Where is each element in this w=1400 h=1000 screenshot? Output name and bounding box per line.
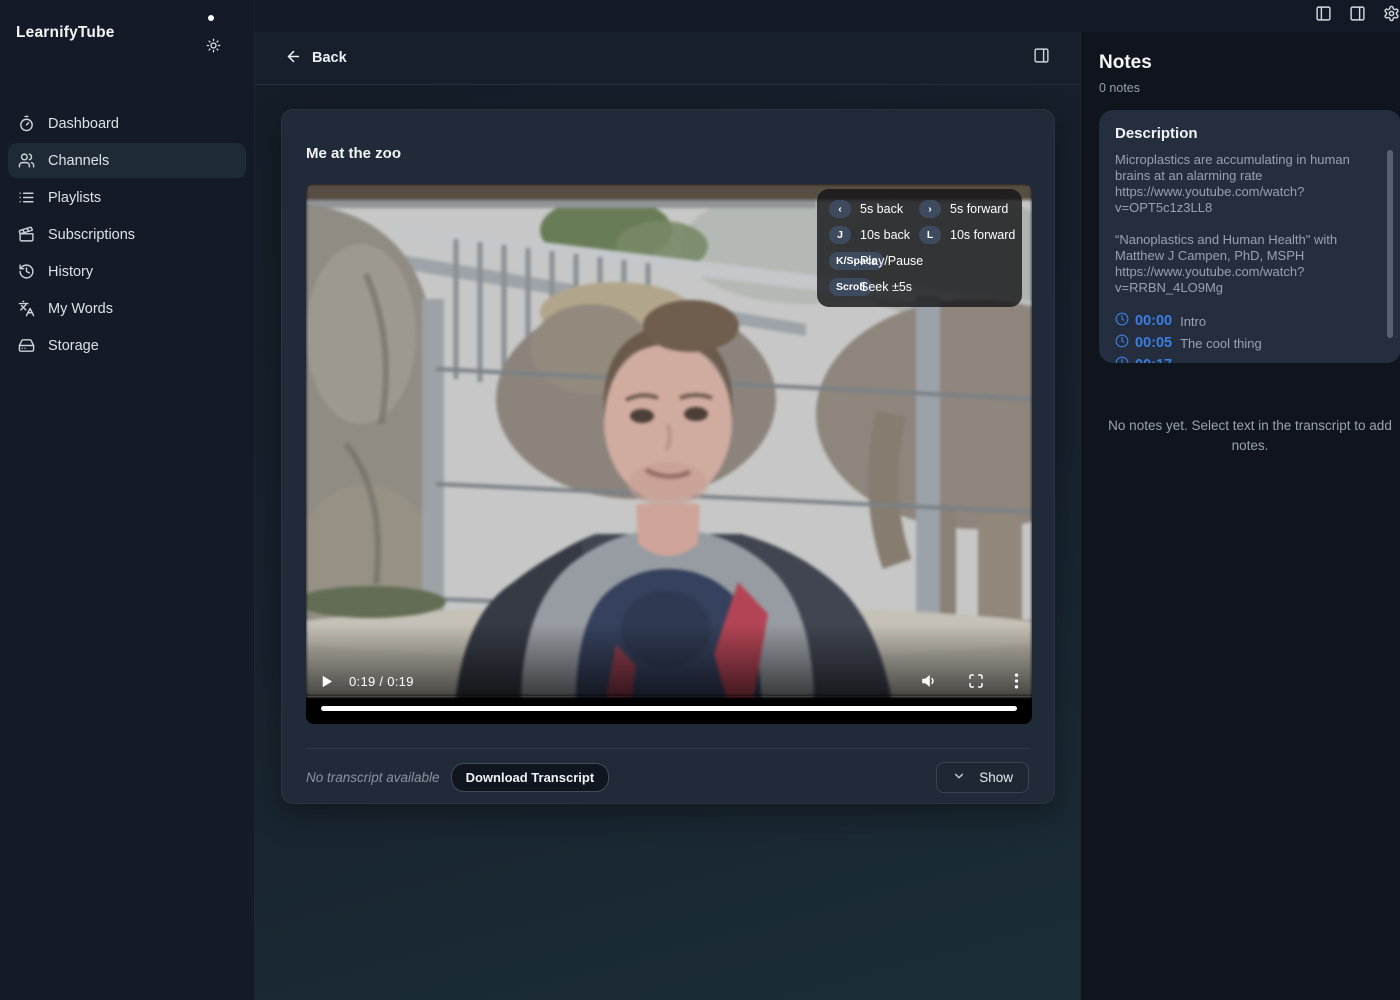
back-bar: Back	[255, 32, 1080, 85]
chapter-link[interactable]: 00:17	[1115, 354, 1385, 363]
description-title: Description	[1115, 125, 1385, 142]
chapter-link[interactable]: 00:00 Intro	[1115, 310, 1385, 332]
shortcut-action: Seek ±5s	[860, 280, 1015, 294]
panel-right-toggle-button[interactable]	[1349, 5, 1366, 27]
notes-empty-message: No notes yet. Select text in the transcr…	[1099, 416, 1400, 456]
sun-icon	[206, 40, 221, 57]
overflow-menu-button[interactable]	[1014, 672, 1019, 690]
sidebar: LearnifyTube Dashboard Channels	[0, 0, 255, 1000]
settings-button[interactable]	[1383, 5, 1400, 27]
transcript-status: No transcript available	[306, 770, 440, 785]
chapter-time: 00:00	[1135, 313, 1172, 329]
description-card: Description Microplastics are accumulati…	[1099, 110, 1400, 363]
clock-icon	[1115, 312, 1129, 331]
show-transcript-button[interactable]: Show	[936, 762, 1029, 793]
video-player[interactable]: ‹ 5s back › 5s forward J 10s back L 10s …	[306, 184, 1032, 724]
description-scrollbar[interactable]	[1387, 150, 1393, 338]
panel-right-icon	[1349, 5, 1366, 27]
sidebar-item-storage[interactable]: Storage	[8, 328, 246, 363]
gear-icon	[1383, 5, 1400, 27]
clock-icon	[1115, 334, 1129, 353]
notes-count: 0 notes	[1099, 81, 1400, 95]
list-icon	[18, 189, 35, 206]
sidebar-item-label: Storage	[48, 338, 99, 354]
chapter-label: Intro	[1180, 314, 1206, 329]
description-paragraph: Microplastics are accumulating in human …	[1115, 152, 1365, 216]
chapter-time: 00:17	[1135, 357, 1172, 363]
sidebar-item-label: Playlists	[48, 190, 101, 206]
chapter-label: The cool thing	[1180, 336, 1262, 351]
shortcut-action: 5s forward	[950, 202, 1015, 216]
app-window: LearnifyTube Dashboard Channels	[0, 0, 1400, 1000]
shortcut-action: 10s forward	[950, 228, 1015, 242]
clock-icon	[1115, 356, 1129, 364]
transcript-bar: No transcript available Download Transcr…	[306, 749, 1030, 806]
show-label: Show	[979, 770, 1013, 785]
panel-right-icon	[1033, 47, 1050, 69]
window-toolbar	[255, 0, 1400, 32]
sidebar-item-label: Dashboard	[48, 116, 119, 132]
sidebar-item-label: History	[48, 264, 93, 280]
history-icon	[18, 263, 35, 280]
seek-bar[interactable]	[321, 706, 1017, 711]
sidebar-item-playlists[interactable]: Playlists	[8, 180, 246, 215]
download-transcript-button[interactable]: Download Transcript	[451, 763, 610, 792]
key-badge: ‹	[829, 200, 851, 218]
shortcut-action: 5s back	[860, 202, 910, 216]
fullscreen-button[interactable]	[968, 673, 984, 689]
timer-icon	[18, 115, 35, 132]
panel-left-toggle-button[interactable]	[1315, 5, 1332, 27]
back-label: Back	[312, 50, 347, 66]
notes-title: Notes	[1099, 52, 1400, 74]
chapter-time: 00:05	[1135, 335, 1172, 351]
key-badge: J	[829, 226, 851, 244]
back-button[interactable]: Back	[285, 48, 347, 69]
video-controls: 0:19 / 0:19	[319, 668, 1019, 694]
hard-drive-icon	[18, 337, 35, 354]
chevron-down-icon	[952, 769, 966, 786]
main-scroll-area: Me at the zoo	[255, 85, 1080, 1000]
fullscreen-icon	[968, 673, 984, 689]
users-icon	[18, 152, 35, 169]
video-title: Me at the zoo	[306, 133, 1030, 162]
chapter-list: 00:00 Intro 00:05 The cool thing 00:17	[1115, 310, 1385, 363]
shortcut-action: 10s back	[860, 228, 910, 242]
play-icon	[319, 674, 334, 689]
key-badge: L	[919, 226, 941, 244]
sidebar-item-label: Subscriptions	[48, 227, 135, 243]
theme-toggle-button[interactable]	[206, 38, 221, 58]
main-content: Back Me at the zoo	[255, 32, 1080, 1000]
sidebar-item-label: My Words	[48, 301, 113, 317]
sidebar-item-dashboard[interactable]: Dashboard	[8, 106, 246, 141]
sidebar-nav: Dashboard Channels Playlists Subscriptio…	[8, 106, 246, 363]
key-badge: ›	[919, 200, 941, 218]
sidebar-item-channels[interactable]: Channels	[8, 143, 246, 178]
description-paragraph: “Nanoplastics and Human Health" with Mat…	[1115, 232, 1365, 296]
sidebar-item-label: Channels	[48, 153, 109, 169]
clapperboard-icon	[18, 226, 35, 243]
shortcut-action: Play/Pause	[860, 254, 1015, 268]
video-card: Me at the zoo	[281, 109, 1055, 804]
volume-icon	[920, 672, 938, 690]
sidebar-item-subscriptions[interactable]: Subscriptions	[8, 217, 246, 252]
panel-left-icon	[1315, 5, 1332, 27]
sidebar-item-my-words[interactable]: My Words	[8, 291, 246, 326]
languages-icon	[18, 300, 35, 317]
arrow-left-icon	[285, 48, 302, 69]
kebab-menu-icon	[1014, 672, 1019, 690]
status-dot	[208, 15, 214, 21]
time-display: 0:19 / 0:19	[349, 674, 414, 689]
volume-button[interactable]	[920, 672, 938, 690]
notes-panel: Notes 0 notes Description Microplastics …	[1080, 32, 1400, 1000]
sidebar-item-history[interactable]: History	[8, 254, 246, 289]
notes-panel-toggle-button[interactable]	[1033, 47, 1050, 69]
shortcuts-overlay: ‹ 5s back › 5s forward J 10s back L 10s …	[817, 189, 1022, 307]
chapter-link[interactable]: 00:05 The cool thing	[1115, 332, 1385, 354]
play-button[interactable]	[319, 674, 334, 689]
